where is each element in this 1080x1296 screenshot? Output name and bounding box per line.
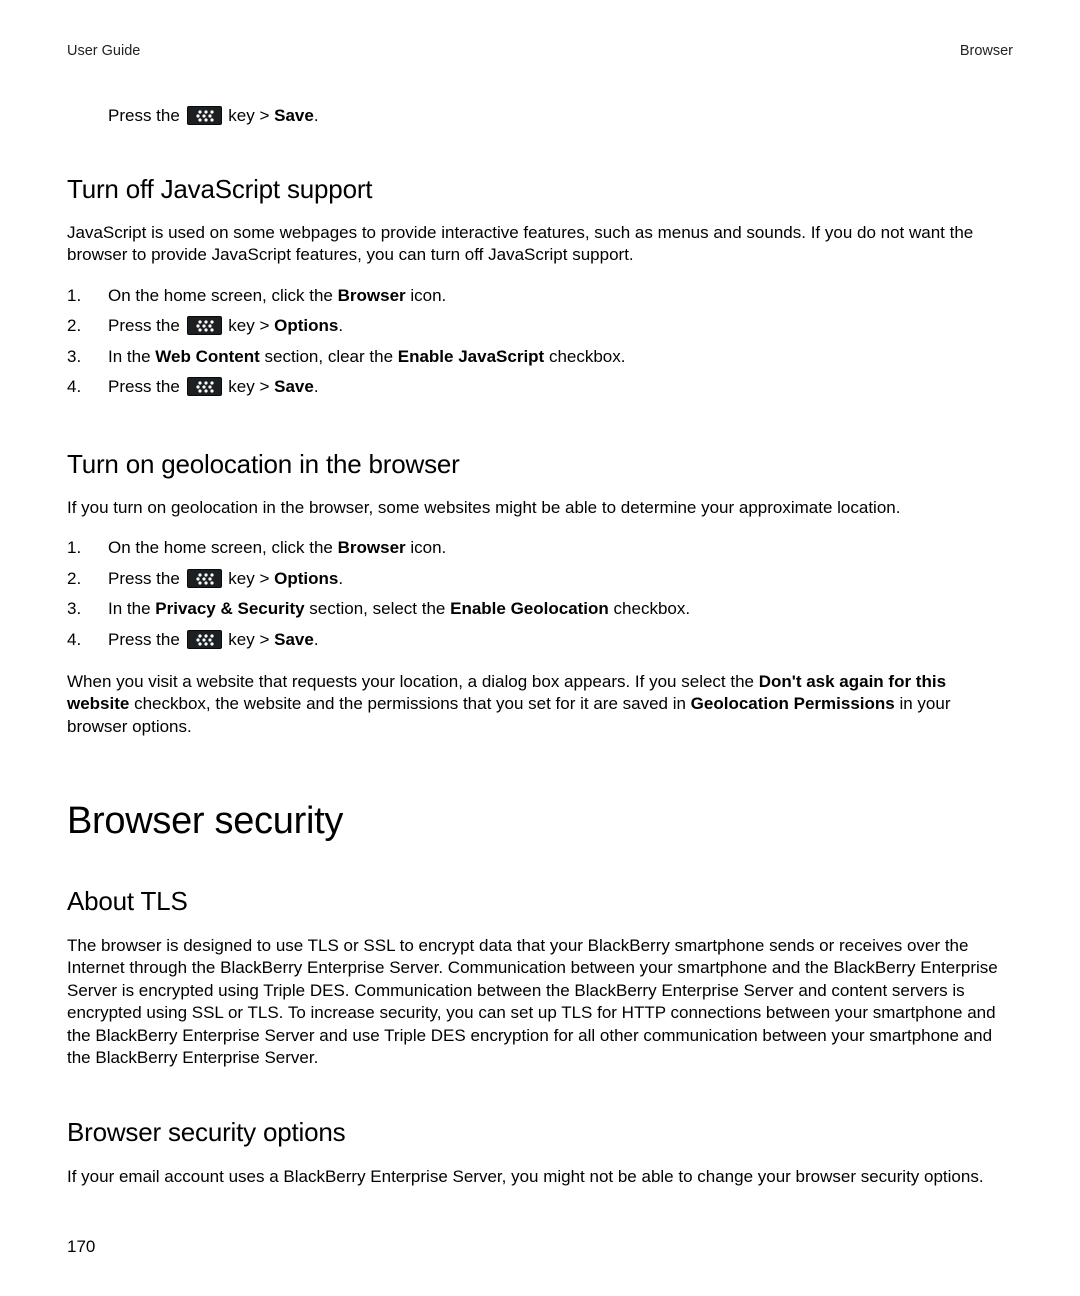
step-bold: Enable JavaScript <box>398 347 544 366</box>
para-about-tls: The browser is designed to use TLS or SS… <box>67 935 1013 1070</box>
steps-js: 1.On the home screen, click the Browser … <box>67 285 1013 399</box>
step-text: section, select the <box>305 599 451 618</box>
step-number: 3. <box>67 598 81 620</box>
para-js: JavaScript is used on some webpages to p… <box>67 222 1013 267</box>
step-text: key > <box>224 316 275 335</box>
para-geo: If you turn on geolocation in the browse… <box>67 497 1013 519</box>
header-left: User Guide <box>67 42 140 61</box>
step-item: 4. Press the key > Save. <box>67 376 1013 398</box>
heading-browser-security: Browser security <box>67 796 1013 846</box>
intro-prefix: Press the <box>108 106 185 125</box>
para-security-options: If your email account uses a BlackBerry … <box>67 1166 1013 1188</box>
step-item: 4. Press the key > Save. <box>67 629 1013 651</box>
geo-after-t2: checkbox, the website and the permission… <box>134 694 691 713</box>
menu-key-icon <box>187 377 222 396</box>
step-text: On the home screen, click the <box>108 538 338 557</box>
step-text: Press the <box>108 377 185 396</box>
intro-suffix: . <box>314 106 319 125</box>
heading-security-options: Browser security options <box>67 1115 1013 1149</box>
geo-after-t1: When you visit a website that requests y… <box>67 672 759 691</box>
step-bold: Privacy & Security <box>155 599 304 618</box>
step-item: 2. Press the key > Options. <box>67 568 1013 590</box>
step-text: Press the <box>108 630 185 649</box>
intro-after-icon: key > <box>228 106 274 125</box>
step-number: 2. <box>67 315 81 337</box>
step-number: 3. <box>67 346 81 368</box>
step-number: 4. <box>67 376 81 398</box>
step-item: 1.On the home screen, click the Browser … <box>67 285 1013 307</box>
step-text: key > <box>224 569 275 588</box>
step-bold: Browser <box>338 286 406 305</box>
geo-after-b2: Geolocation Permissions <box>691 694 895 713</box>
steps-geo: 1.On the home screen, click the Browser … <box>67 537 1013 651</box>
step-item: 1.On the home screen, click the Browser … <box>67 537 1013 559</box>
step-text: checkbox. <box>609 599 690 618</box>
step-bold: Enable Geolocation <box>450 599 609 618</box>
heading-geolocation: Turn on geolocation in the browser <box>67 447 1013 481</box>
step-text: icon. <box>406 286 447 305</box>
menu-key-icon <box>187 569 222 588</box>
menu-key-icon <box>187 106 222 125</box>
step-text: key > <box>224 377 275 396</box>
step-text: . <box>314 377 319 396</box>
step-text: . <box>338 569 343 588</box>
step-text: icon. <box>406 538 447 557</box>
menu-key-icon <box>187 316 222 335</box>
step-text: Press the <box>108 569 185 588</box>
step-text: key > <box>224 630 275 649</box>
step-number: 2. <box>67 568 81 590</box>
step-item: 2. Press the key > Options. <box>67 315 1013 337</box>
menu-key-icon <box>187 630 222 649</box>
step-text: In the <box>108 599 155 618</box>
step-item: 3.In the Web Content section, clear the … <box>67 346 1013 368</box>
step-bold: Browser <box>338 538 406 557</box>
step-text: . <box>314 630 319 649</box>
step-text: On the home screen, click the <box>108 286 338 305</box>
step-text: checkbox. <box>544 347 625 366</box>
step-number: 1. <box>67 285 81 307</box>
heading-about-tls: About TLS <box>67 884 1013 918</box>
heading-turn-off-js: Turn off JavaScript support <box>67 172 1013 206</box>
step-bold: Save <box>274 630 314 649</box>
step-text: In the <box>108 347 155 366</box>
page-header: User Guide Browser <box>67 42 1013 61</box>
intro-bold: Save <box>274 106 314 125</box>
para-geo-after: When you visit a website that requests y… <box>67 671 1013 738</box>
step-text: section, clear the <box>260 347 398 366</box>
intro-line: Press the key > Save. <box>67 105 1013 127</box>
step-bold: Web Content <box>155 347 260 366</box>
header-right: Browser <box>960 42 1013 61</box>
step-bold: Options <box>274 316 338 335</box>
step-text: . <box>338 316 343 335</box>
step-bold: Options <box>274 569 338 588</box>
step-text: Press the <box>108 316 185 335</box>
step-bold: Save <box>274 377 314 396</box>
step-item: 3. In the Privacy & Security section, sel… <box>67 598 1013 620</box>
page-number: 170 <box>67 1236 95 1258</box>
step-number: 1. <box>67 537 81 559</box>
step-number: 4. <box>67 629 81 651</box>
